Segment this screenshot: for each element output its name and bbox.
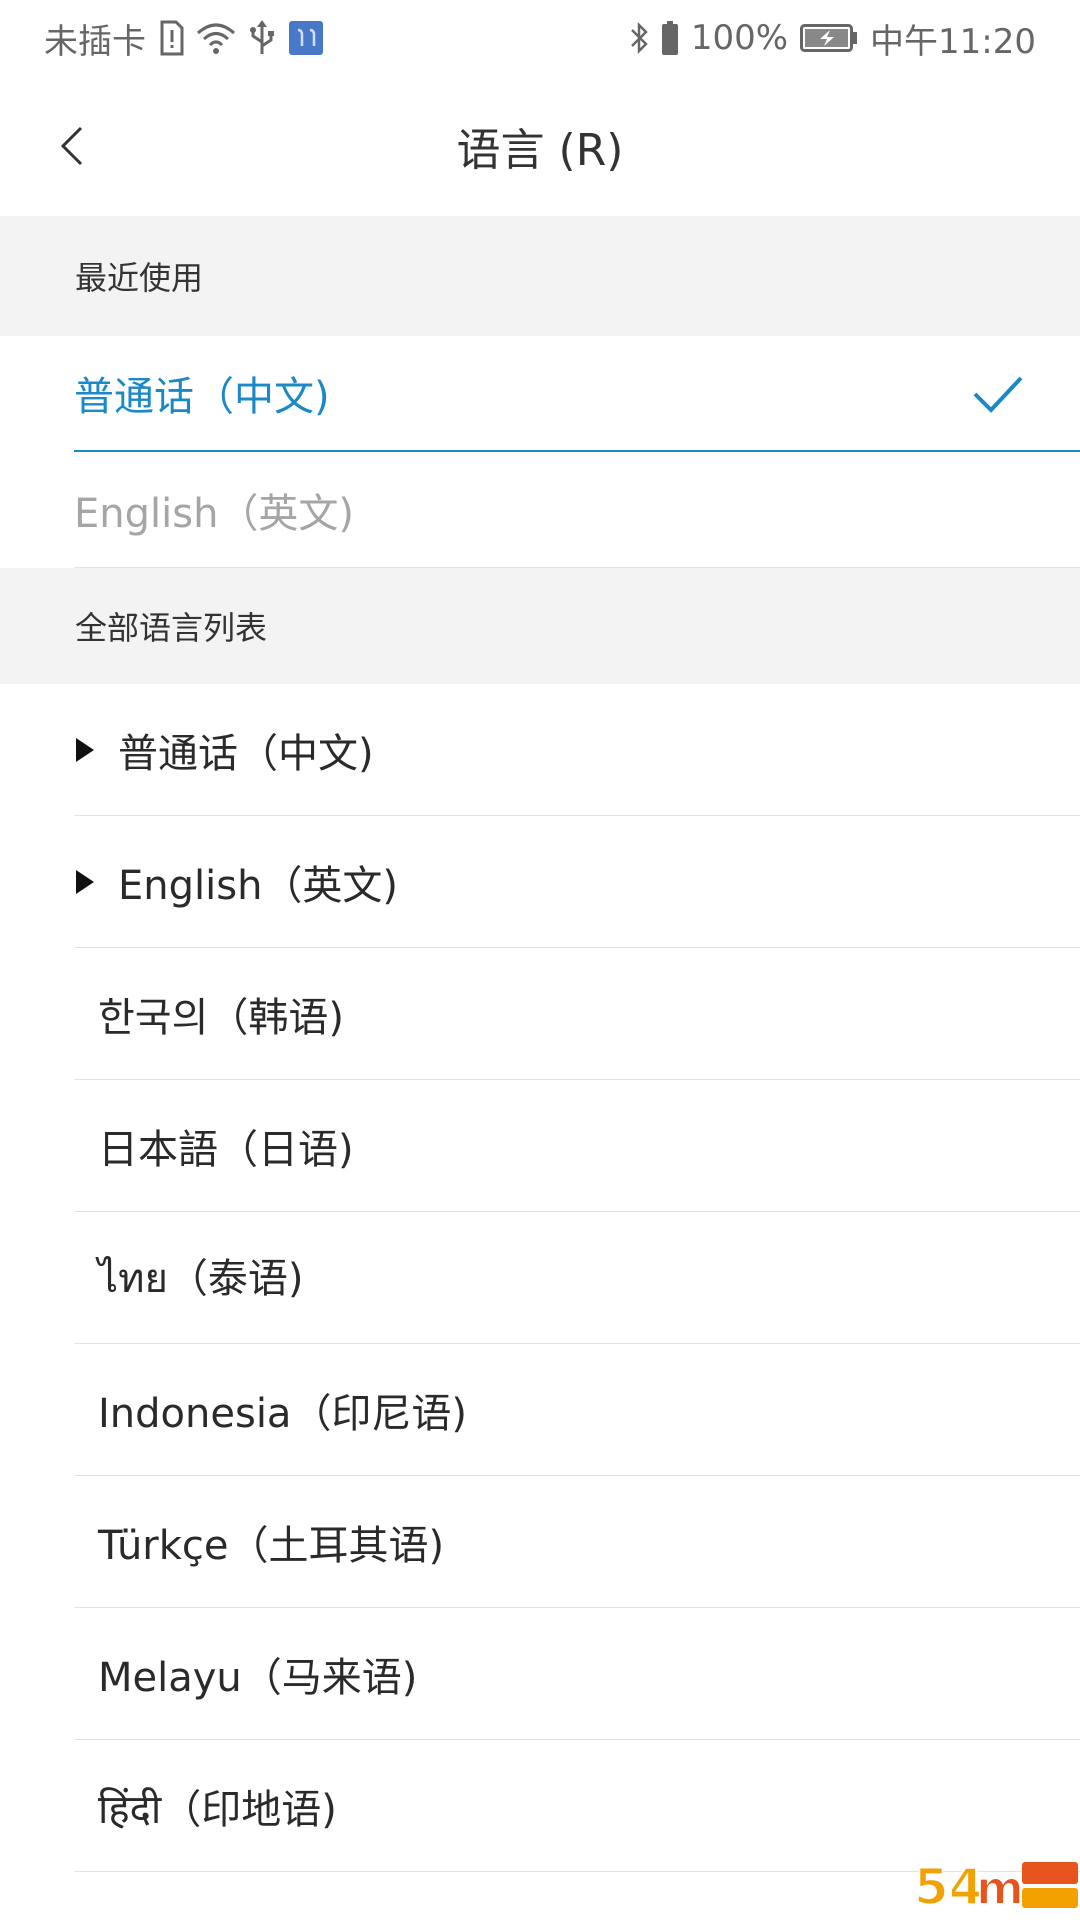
language-item-label: English（英文) [118, 862, 399, 909]
usb-icon [248, 18, 276, 58]
wifi-icon [196, 18, 236, 58]
app-header: 语言 (R) [0, 76, 1080, 216]
svg-text:54: 54 [914, 1858, 984, 1916]
all-languages-section-header: 全部语言列表 [0, 568, 1080, 684]
status-bar: 未插卡 100% 中午11:20 [0, 0, 1080, 76]
language-item-label: Indonesia（印尼语) [98, 1390, 468, 1437]
back-button[interactable] [40, 114, 104, 178]
recent-item-english[interactable]: English（英文) [74, 452, 1080, 568]
sim-alert-icon [158, 18, 184, 58]
recent-item-mandarin[interactable]: 普通话（中文) [74, 336, 1080, 452]
language-item-label: ไทย（泰语) [98, 1255, 304, 1302]
carrier-text: 未插卡 [44, 21, 146, 62]
recent-item-label: 普通话（中文) [74, 374, 330, 420]
language-item-label: 한국의（韩语) [98, 994, 345, 1041]
charging-battery-icon [800, 18, 858, 58]
language-item-english[interactable]: English（英文) [74, 816, 1080, 948]
triangle-right-icon[interactable] [74, 736, 96, 764]
site-watermark-logo: 54 m [913, 1857, 1078, 1917]
language-item-malay[interactable]: Melayu（马来语) [74, 1608, 1080, 1740]
triangle-right-icon[interactable] [74, 868, 96, 896]
recent-section-header: 最近使用 [0, 216, 1080, 336]
language-item-thai[interactable]: ไทย（泰语) [74, 1212, 1080, 1344]
status-bar-left: 未插卡 [44, 14, 324, 63]
language-item-korean[interactable]: 한국의（韩语) [74, 948, 1080, 1080]
status-bar-right: 100% 中午11:20 [629, 14, 1036, 63]
language-item-japanese[interactable]: 日本語（日语) [74, 1080, 1080, 1212]
phone-battery-icon [661, 18, 679, 58]
language-list: 普通话（中文) English（英文) 한국의（韩语) 日本語（日语) ไทย（… [0, 684, 1080, 1872]
language-settings-screen: 未插卡 100% 中午11:20 语言 (R) 最近使用 普通话（中文) Eng… [0, 0, 1080, 1920]
language-item-label: 普通话（中文) [118, 730, 374, 777]
chevron-left-icon [60, 126, 83, 166]
language-item-turkish[interactable]: Türkçe（土耳其语) [74, 1476, 1080, 1608]
earbuds-app-icon [288, 18, 324, 58]
language-item-label: 日本語（日语) [98, 1126, 354, 1173]
language-item-indonesian[interactable]: Indonesia（印尼语) [74, 1344, 1080, 1476]
language-item-label: Melayu（马来语) [98, 1654, 418, 1701]
recent-item-label: English（英文) [74, 490, 355, 537]
battery-percent: 100% [690, 18, 789, 58]
language-item-mandarin[interactable]: 普通话（中文) [74, 684, 1080, 816]
check-icon [973, 376, 1023, 413]
clock-time: 中午11:20 [870, 21, 1036, 62]
svg-text:m: m [976, 1861, 1024, 1915]
language-item-label: हिंदी（印地语) [98, 1786, 337, 1833]
bluetooth-icon [629, 18, 649, 58]
page-title: 语言 (R) [456, 125, 624, 176]
language-item-label: Türkçe（土耳其语) [98, 1522, 445, 1569]
